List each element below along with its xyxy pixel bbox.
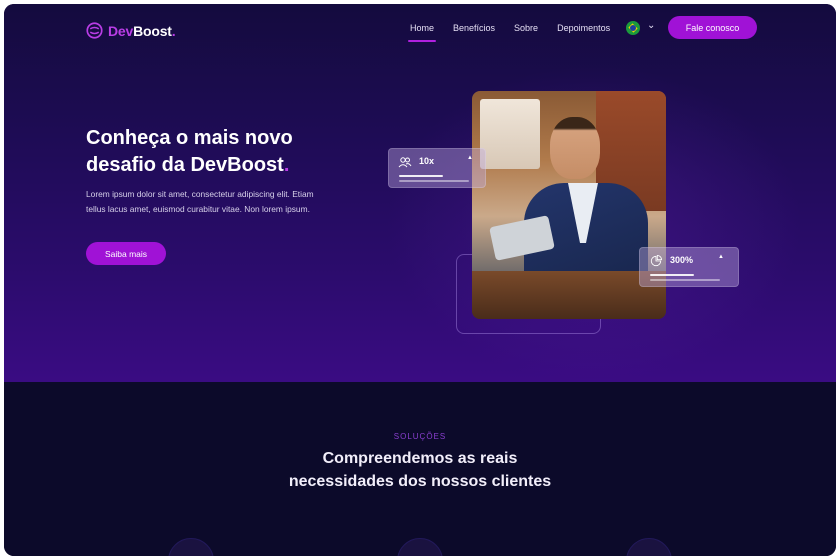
nav-link-beneficios[interactable]: Benefícios xyxy=(453,22,495,36)
nav-link-sobre[interactable]: Sobre xyxy=(514,22,538,36)
section-title: Compreendemos as reais necessidades dos … xyxy=(288,450,552,490)
solution-icon-circle xyxy=(168,538,214,556)
solution-icon-circle xyxy=(397,538,443,556)
stat-bar xyxy=(650,274,694,276)
hero-photo-businessman-with-tablet xyxy=(472,91,666,319)
brazil-flag-icon[interactable] xyxy=(626,21,640,35)
main-nav: Home Benefícios Sobre Depoimentos xyxy=(407,22,629,42)
hero-headline: Conheça o mais novo desafio da DevBoost. xyxy=(86,127,293,176)
stat-bar xyxy=(399,175,443,177)
stat-card-performance: 300% ▲ xyxy=(639,247,739,287)
nav-link-depoimentos[interactable]: Depoimentos xyxy=(557,22,610,36)
chevron-down-icon[interactable]: ⌄ xyxy=(647,20,655,31)
caret-up-icon: ▲ xyxy=(718,254,724,260)
page-frame: DevBoost. Home Benefícios Sobre Depoimen… xyxy=(4,4,836,556)
stat-value: 300% xyxy=(670,255,694,265)
brand-logo[interactable]: DevBoost. xyxy=(86,22,176,39)
logo-icon xyxy=(86,22,103,39)
hero-section: DevBoost. Home Benefícios Sobre Depoimen… xyxy=(4,4,836,382)
stat-card-growth: 10x ▲ xyxy=(388,148,486,188)
pie-chart-icon xyxy=(650,255,663,267)
caret-up-icon: ▲ xyxy=(467,155,473,161)
solutions-section: SOLUÇÕES Compreendemos as reais necessid… xyxy=(4,382,836,556)
stat-value: 10x xyxy=(419,156,435,166)
hero-description: Lorem ipsum dolor sit amet, consectetur … xyxy=(86,189,314,214)
contact-button[interactable]: Fale conosco xyxy=(668,16,757,39)
stat-bar-secondary xyxy=(399,180,469,182)
learn-more-button[interactable]: Saiba mais xyxy=(86,242,166,265)
solution-icon-circle xyxy=(626,538,672,556)
stat-bar-secondary xyxy=(650,279,720,281)
brand-name: DevBoost. xyxy=(108,22,176,39)
nav-link-home[interactable]: Home xyxy=(407,22,437,42)
users-icon xyxy=(398,157,412,168)
section-eyebrow: SOLUÇÕES xyxy=(393,432,447,441)
